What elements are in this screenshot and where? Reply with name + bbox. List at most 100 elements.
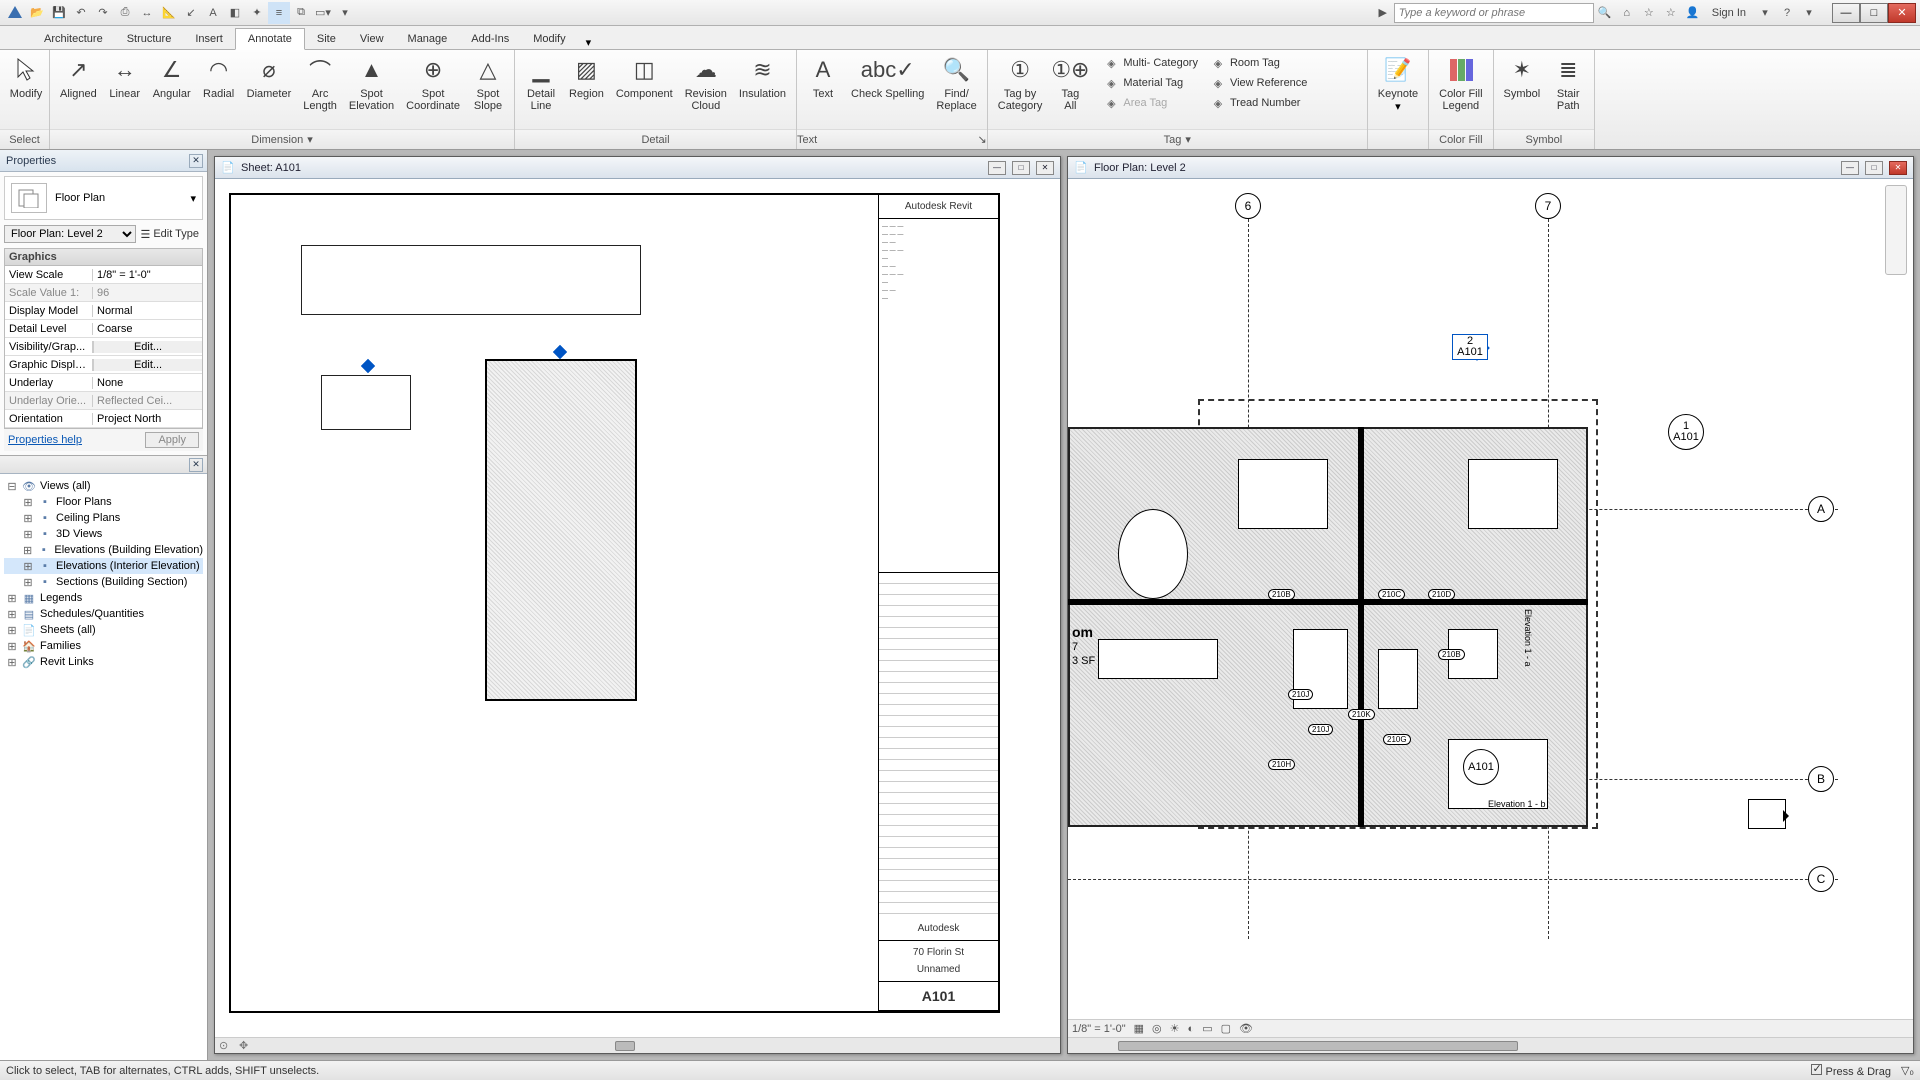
section-qat-icon[interactable]: ✦ <box>246 2 268 24</box>
section-head[interactable]: 2A101 <box>1452 329 1488 365</box>
wall[interactable] <box>1068 599 1588 605</box>
browser-node[interactable]: ⊞▪Elevations (Interior Elevation) <box>4 558 203 574</box>
property-value[interactable]: Project North <box>93 413 202 425</box>
diameter-button[interactable]: ⌀Diameter <box>241 52 298 102</box>
material-tag-button[interactable]: ◈Material Tag <box>1101 74 1200 92</box>
revision-cloud-button[interactable]: ☁Revision Cloud <box>679 52 733 114</box>
closewins-icon[interactable]: ⧉ <box>290 2 312 24</box>
expand-icon[interactable]: ⊞ <box>6 608 18 621</box>
ribbon-tab-manage[interactable]: Manage <box>396 29 460 49</box>
elevation-flag[interactable] <box>1748 799 1786 829</box>
property-value[interactable]: Edit... <box>93 341 202 353</box>
grid-bubble[interactable]: 7 <box>1535 193 1561 219</box>
multi--category-button[interactable]: ◈Multi- Category <box>1101 54 1200 72</box>
close-icon[interactable]: ✕ <box>189 458 203 472</box>
view-restore-button[interactable]: □ <box>1865 161 1883 175</box>
angular-button[interactable]: ∠Angular <box>147 52 197 102</box>
property-row[interactable]: Detail LevelCoarse <box>5 320 202 338</box>
property-row[interactable]: Visibility/Grap...Edit... <box>5 338 202 356</box>
switchwin-icon[interactable]: ▭▾ <box>312 2 334 24</box>
ribbon-tab-modify[interactable]: Modify <box>521 29 577 49</box>
expand-icon[interactable]: ⊞ <box>22 560 34 573</box>
expand-icon[interactable]: ⊞ <box>22 576 34 589</box>
thinlines-icon[interactable]: ≡ <box>268 2 290 24</box>
edit-type-button[interactable]: ☰Edit Type <box>136 226 203 243</box>
shadow-icon[interactable]: ◐ <box>1188 1023 1195 1035</box>
view-titlebar[interactable]: 📄 Sheet: A101 — □ ✕ <box>215 157 1060 179</box>
door-tag[interactable]: 210G <box>1383 734 1411 745</box>
door-tag[interactable]: 210B <box>1268 589 1295 600</box>
default3d-icon[interactable]: ◧ <box>224 2 246 24</box>
properties-header[interactable]: Properties ✕ <box>0 150 207 172</box>
ribbon-tab-annotate[interactable]: Annotate <box>235 28 305 50</box>
sheet-canvas[interactable]: Autodesk Revit — — —— — —— —— — ——— —— —… <box>215 179 1060 1037</box>
crop-icon[interactable]: ▭ <box>1202 1022 1212 1035</box>
insulation-button[interactable]: ≋Insulation <box>733 52 792 102</box>
property-row[interactable]: UnderlayNone <box>5 374 202 392</box>
find/-replace-button[interactable]: 🔍Find/ Replace <box>930 52 982 114</box>
tag-all-button[interactable]: ①⊕Tag All <box>1048 52 1092 114</box>
furniture-counter[interactable] <box>1098 639 1218 679</box>
expand-icon[interactable]: ⊞ <box>22 528 34 541</box>
expand-icon[interactable]: ⊞ <box>6 640 18 653</box>
view-reference-tag[interactable]: A101 <box>1463 749 1499 785</box>
modify-button[interactable]: Modify <box>4 52 48 102</box>
save-icon[interactable]: 💾 <box>48 2 70 24</box>
expand-icon[interactable]: ⊞ <box>22 512 34 525</box>
horizontal-scrollbar[interactable]: ⊙ ✥ <box>215 1037 1060 1053</box>
grid-bubble[interactable]: A <box>1808 496 1834 522</box>
open-icon[interactable]: 📂 <box>26 2 48 24</box>
view-scale[interactable]: 1/8" = 1'-0" <box>1072 1023 1126 1035</box>
fav-icon[interactable]: ☆ <box>1660 2 1682 24</box>
sunpath-icon[interactable]: ☀ <box>1170 1022 1180 1035</box>
panel-text-title[interactable]: Text↘ <box>797 129 987 149</box>
detail-level-icon[interactable]: ▦ <box>1134 1022 1144 1035</box>
app-menu-icon[interactable] <box>4 2 26 24</box>
spot-slope-button[interactable]: △Spot Slope <box>466 52 510 114</box>
door-tag[interactable]: 210J <box>1288 689 1313 700</box>
window-restore-button[interactable]: □ <box>1860 3 1888 23</box>
property-value[interactable]: Coarse <box>93 323 202 335</box>
panel-dimension-title[interactable]: Dimension▾ <box>50 129 514 149</box>
door-tag[interactable]: 210C <box>1378 589 1405 600</box>
door-tag[interactable]: 210K <box>1348 709 1375 720</box>
browser-node[interactable]: ⊞▤Schedules/Quantities <box>4 606 203 622</box>
view-titlebar[interactable]: 📄 Floor Plan: Level 2 — □ ✕ <box>1068 157 1913 179</box>
user-icon[interactable]: 👤 <box>1682 2 1704 24</box>
view-minimize-button[interactable]: — <box>988 161 1006 175</box>
redo-icon[interactable]: ↷ <box>92 2 114 24</box>
expand-icon[interactable]: ⊞ <box>22 496 34 509</box>
search-go-icon[interactable]: 🔍 <box>1594 2 1616 24</box>
grid-bubble[interactable]: C <box>1808 866 1834 892</box>
ribbon-tab-insert[interactable]: Insert <box>183 29 235 49</box>
view-reference-button[interactable]: ◈View Reference <box>1208 74 1309 92</box>
customize-qat-icon[interactable]: ▾ <box>334 2 356 24</box>
fixture-toilet[interactable] <box>1378 649 1418 709</box>
window-minimize-button[interactable]: — <box>1832 3 1860 23</box>
spot-elevation-button[interactable]: ▲Spot Elevation <box>343 52 400 114</box>
ribbon-tab-site[interactable]: Site <box>305 29 348 49</box>
door-tag[interactable]: 210D <box>1428 589 1455 600</box>
elevation-reference[interactable]: 1A101 <box>1668 414 1704 450</box>
stair-path-button[interactable]: ≣Stair Path <box>1546 52 1590 114</box>
furniture-table[interactable] <box>1118 509 1188 599</box>
browser-header[interactable]: ✕ <box>0 456 207 474</box>
ribbon-tab-structure[interactable]: Structure <box>115 29 184 49</box>
measure-icon[interactable]: ↔ <box>136 2 158 24</box>
ribbon-minimize-icon[interactable]: ▾ <box>586 36 592 49</box>
property-row[interactable]: OrientationProject North <box>5 410 202 428</box>
furniture-bed[interactable] <box>1238 459 1328 529</box>
aligned-button[interactable]: ↗Aligned <box>54 52 103 102</box>
text-button[interactable]: AText <box>801 52 845 102</box>
help-search-input[interactable] <box>1394 3 1594 23</box>
expand-icon[interactable]: ⊞ <box>6 656 18 669</box>
ribbon-tab-add-ins[interactable]: Add-Ins <box>459 29 521 49</box>
window-close-button[interactable]: ✕ <box>1888 3 1916 23</box>
detail-line-button[interactable]: ▁Detail Line <box>519 52 563 114</box>
navigation-bar[interactable] <box>1885 185 1907 275</box>
browser-node[interactable]: ⊟👁Views (all) <box>4 478 203 494</box>
ribbon-tab-architecture[interactable]: Architecture <box>32 29 115 49</box>
browser-node[interactable]: ⊞▪Elevations (Building Elevation) <box>4 542 203 558</box>
view-close-button[interactable]: ✕ <box>1036 161 1054 175</box>
steering-wheel-icon[interactable]: ⊙ <box>219 1039 228 1052</box>
